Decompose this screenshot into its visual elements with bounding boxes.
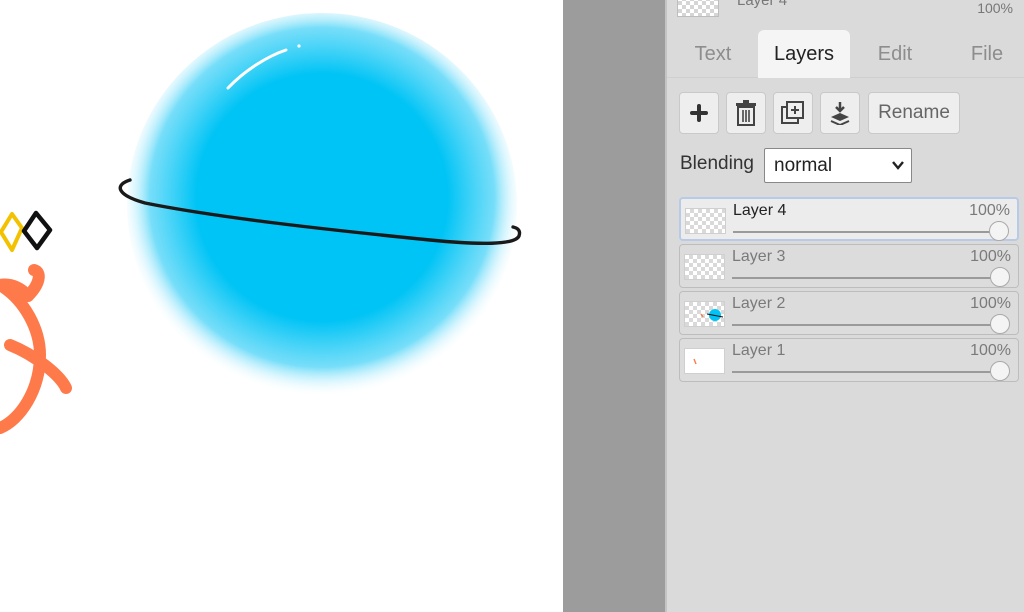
blending-mode-select[interactable]: normal [764,148,912,183]
merge-down-button[interactable] [820,92,860,134]
blending-mode-value: normal [774,155,833,176]
layer-2-preview [700,309,724,321]
drawing-canvas[interactable] [0,0,563,612]
blue-globe [127,13,517,397]
opacity-slider-handle[interactable] [990,314,1010,334]
layer-name: Layer 2 [732,295,786,312]
canvas-gutter [563,0,665,612]
delete-layer-icon [736,100,756,126]
layer-row-2[interactable]: Layer 2 100% [679,291,1019,335]
layer-name: Layer 1 [732,342,786,359]
tab-file[interactable]: File [951,30,1023,78]
layer-opacity: 100% [970,342,1011,359]
layer-row-4[interactable]: Layer 4 100% [679,197,1019,241]
tab-text[interactable]: Text [677,30,749,78]
layer-thumbnail [684,254,725,280]
opacity-slider-track [732,324,1004,326]
duplicate-layer-button[interactable] [773,92,813,134]
layer-name: Layer 3 [732,248,786,265]
opacity-slider-handle[interactable] [990,267,1010,287]
opacity-slider-handle[interactable] [990,361,1010,381]
layer-name: Layer 4 [733,202,787,219]
layer-1-preview [693,358,697,365]
layer-row-1[interactable]: Layer 1 100% [679,338,1019,382]
merge-down-icon [830,102,850,125]
chevron-down-icon [892,161,904,170]
yellow-diamond [0,212,24,252]
opacity-slider-track [733,231,1003,233]
orange-swirl-body [0,278,72,434]
rename-layer-button[interactable]: Rename [868,92,960,134]
layer-row-3[interactable]: Layer 3 100% [679,244,1019,288]
duplicate-layer-icon [781,101,804,124]
layer-thumbnail [684,301,725,327]
layers-panel: Layer 4 100% Text Layers Edit File Renam… [665,0,1024,612]
add-layer-icon [690,104,708,122]
opacity-slider-handle[interactable] [989,221,1009,241]
layer-name: Layer 4 [737,0,788,9]
layer-thumbnail [685,208,726,234]
panel-tabs: Text Layers Edit File [667,30,1024,78]
top-layer-preview: Layer 4 100% [671,0,1023,20]
opacity-slider-track [732,277,1004,279]
black-diamond [21,210,53,251]
opacity-slider-track [732,371,1004,373]
globe-highlight-dot [297,44,301,48]
delete-layer-button[interactable] [726,92,766,134]
layer-opacity: 100% [969,202,1010,219]
layer-thumbnail [684,348,725,374]
tab-layers[interactable]: Layers [758,30,850,78]
blending-label: Blending [680,153,754,174]
canvas-artwork [0,13,522,434]
layer-opacity: 100% [970,248,1011,265]
layer-opacity: 100% [977,0,1013,16]
add-layer-button[interactable] [679,92,719,134]
layer-thumbnail [677,0,719,17]
layer-opacity: 100% [970,295,1011,312]
tab-edit[interactable]: Edit [859,30,931,78]
